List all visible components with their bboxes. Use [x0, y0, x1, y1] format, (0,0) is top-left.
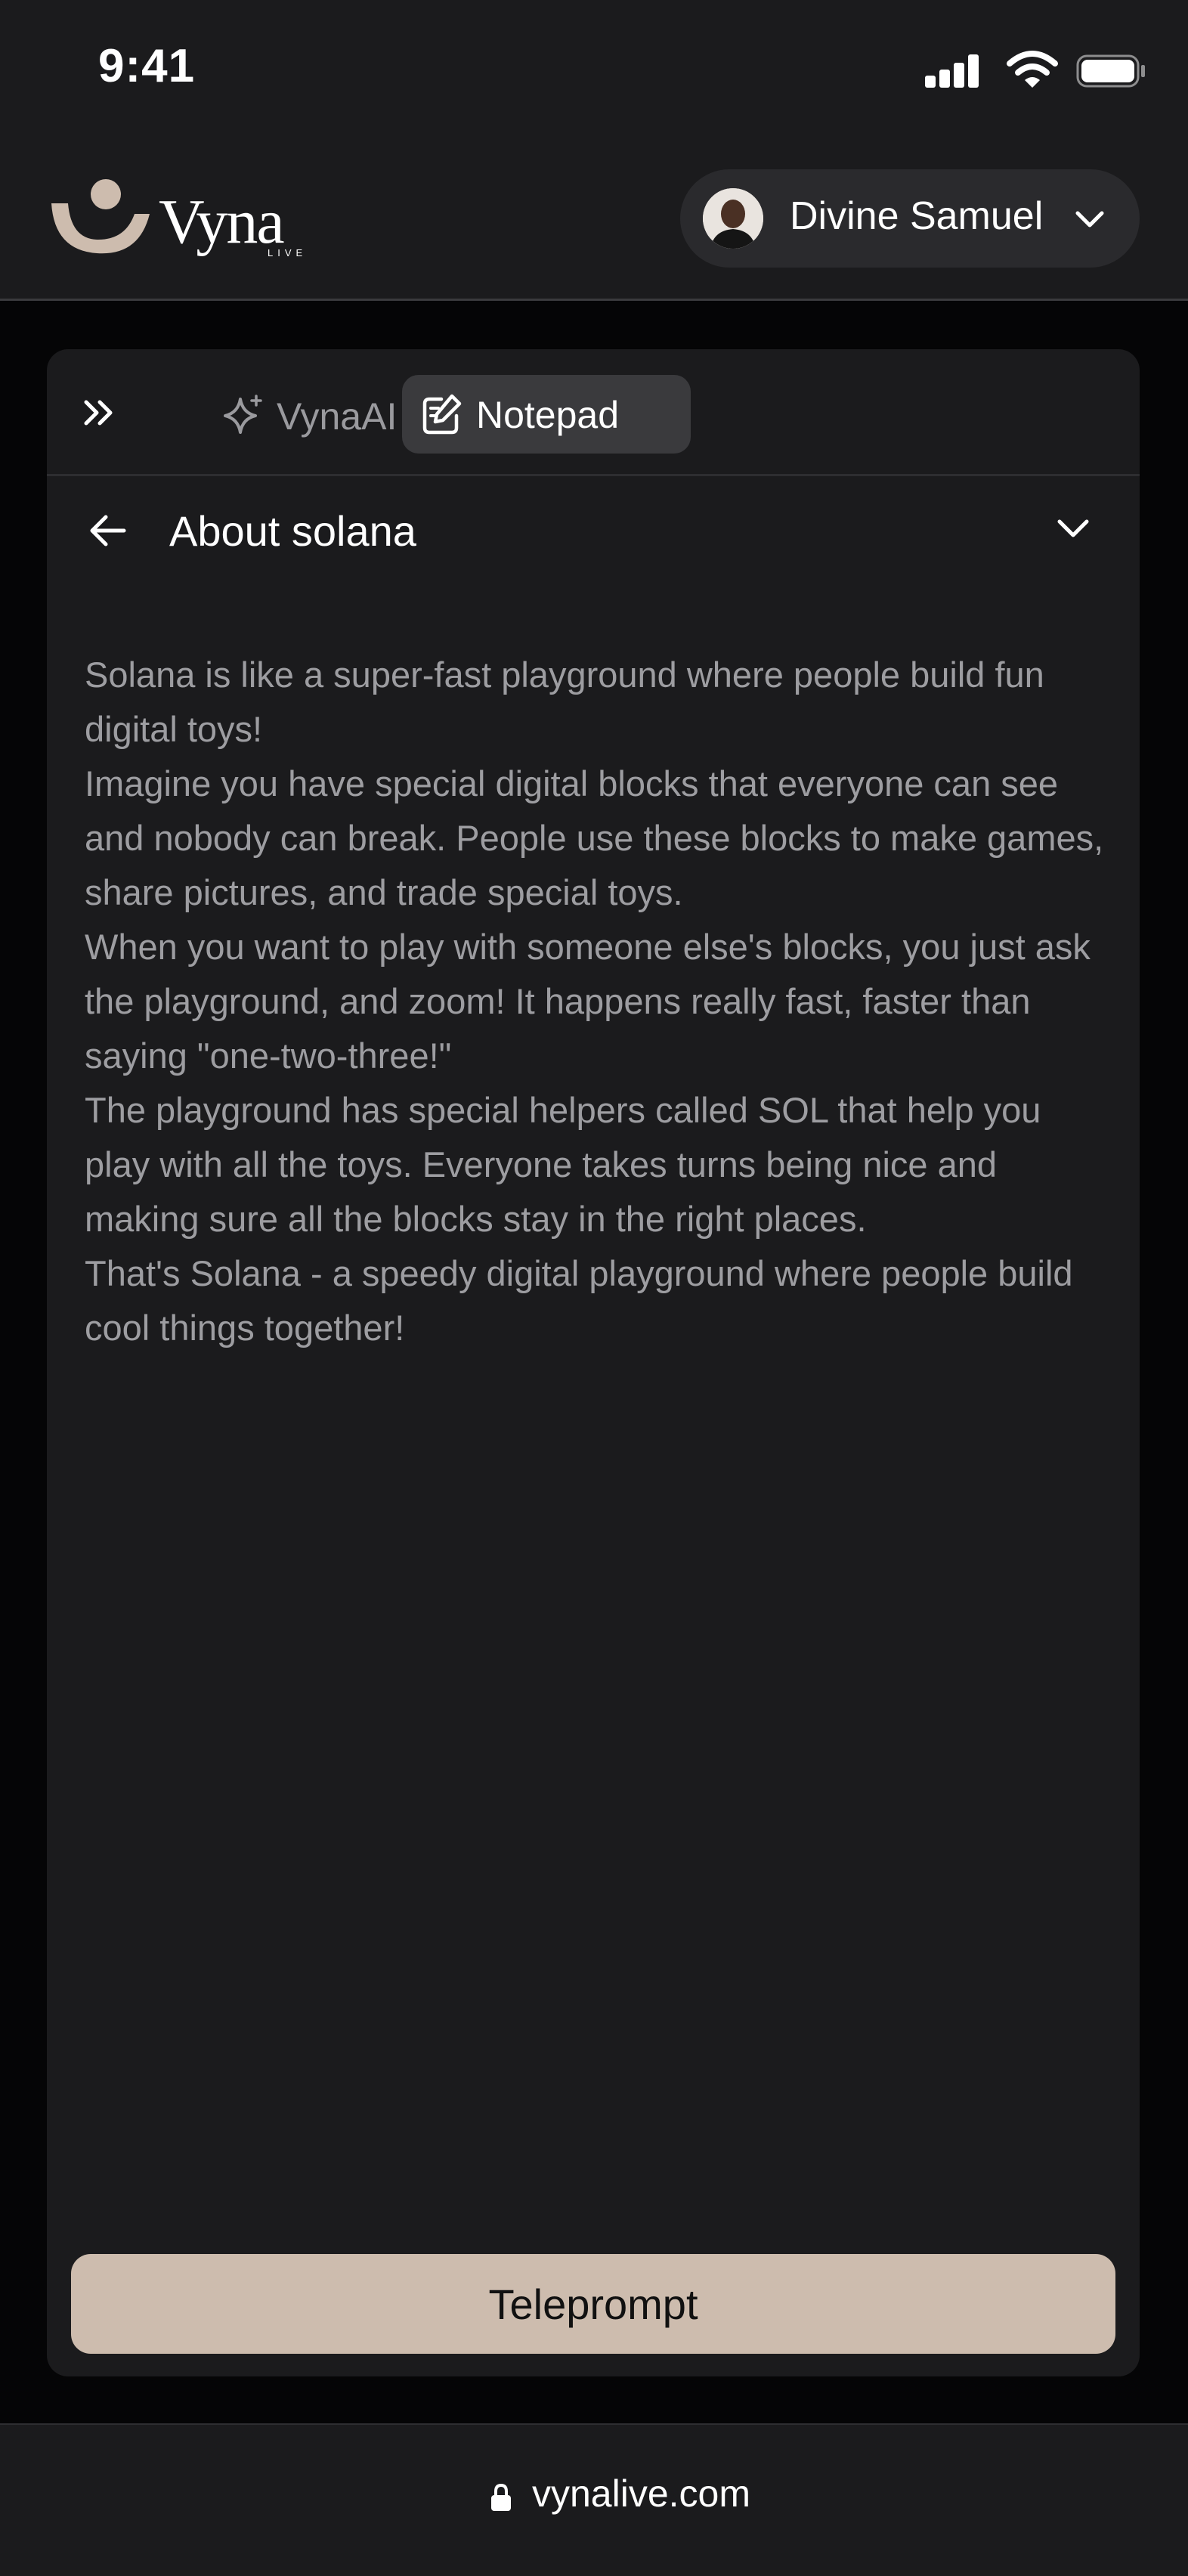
arrow-left-icon[interactable] — [86, 508, 131, 553]
note-title: About solana — [169, 507, 416, 555]
note-header: About solana — [47, 478, 1140, 584]
lock-icon — [491, 2483, 511, 2511]
note-paragraph: Solana is like a super-fast playground w… — [85, 655, 1044, 749]
user-name: Divine Samuel — [790, 194, 1044, 238]
note-paragraph: The playground has special helpers calle… — [85, 1090, 1041, 1239]
chevron-down-icon[interactable] — [1052, 508, 1094, 550]
avatar — [703, 188, 763, 249]
status-bar: 9:41 — [0, 0, 1188, 144]
tab-notepad-label: Notepad — [476, 394, 620, 436]
double-chevron-right-icon[interactable] — [79, 392, 121, 434]
wifi-icon — [1007, 51, 1058, 88]
tab-vynaai[interactable]: VynaAI — [168, 376, 397, 455]
teleprompt-button[interactable]: Teleprompt — [71, 2254, 1115, 2354]
vyna-logo[interactable]: Vyna LIVE — [47, 178, 302, 261]
tab-bar: VynaAI Notepad — [47, 349, 1140, 476]
status-icons — [925, 50, 1145, 91]
notepad-panel: VynaAI Notepad About solana Solana is li… — [47, 349, 1140, 2376]
note-paragraph: Imagine you have special digital blocks … — [85, 763, 1104, 912]
logo-text: Vyna — [159, 187, 285, 257]
user-menu-button[interactable]: Divine Samuel — [680, 169, 1140, 268]
logo-mark-icon — [51, 179, 150, 254]
chevron-down-icon — [1075, 211, 1104, 228]
url-text: vynalive.com — [532, 2472, 750, 2515]
notepad-icon — [422, 394, 462, 435]
logo-subtext: LIVE — [268, 247, 308, 259]
note-paragraph: That's Solana - a speedy digital playgro… — [85, 1253, 1073, 1348]
tab-vynaai-label: VynaAI — [277, 395, 398, 438]
status-time: 9:41 — [98, 40, 196, 92]
browser-url-bar[interactable]: vynalive.com — [0, 2423, 1188, 2576]
sparkle-icon — [224, 395, 262, 434]
battery-icon — [1076, 54, 1145, 88]
note-paragraph: When you want to play with someone else'… — [85, 927, 1091, 1076]
note-body[interactable]: Solana is like a super-fast playground w… — [85, 648, 1112, 1355]
app-header: Vyna LIVE Divine Samuel — [0, 144, 1188, 301]
signal-icon — [925, 54, 979, 88]
tab-notepad[interactable]: Notepad — [402, 375, 691, 454]
